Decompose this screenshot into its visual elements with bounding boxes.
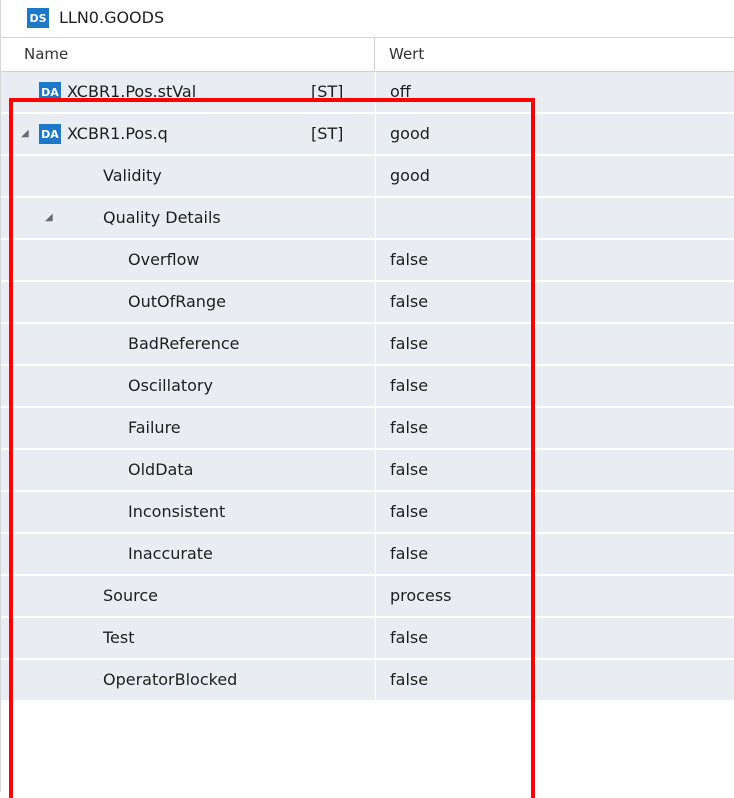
row-value: false — [390, 544, 429, 563]
row-name: OperatorBlocked — [103, 670, 238, 689]
row-name: Inaccurate — [128, 544, 213, 563]
row-value: false — [390, 250, 429, 269]
row-name: OutOfRange — [128, 292, 226, 311]
column-header-name[interactable]: Name — [1, 38, 375, 71]
column-divider — [375, 534, 376, 574]
row-value: false — [390, 502, 429, 521]
column-divider — [375, 492, 376, 532]
row-name: XCBR1.Pos.stVal — [67, 82, 197, 101]
row-name: Quality Details — [103, 208, 221, 227]
tree-row[interactable]: OperatorBlocked false — [1, 660, 734, 702]
tree-row[interactable]: Validity good — [1, 156, 734, 198]
tree-row[interactable]: Inaccurate false — [1, 534, 734, 576]
row-name: OldData — [128, 460, 194, 479]
tree-row[interactable]: Overflow false — [1, 240, 734, 282]
column-divider — [375, 618, 376, 658]
tree-row[interactable]: Source process — [1, 576, 734, 618]
row-value: false — [390, 334, 429, 353]
row-value: false — [390, 670, 429, 689]
tree-row[interactable]: ◢ Quality Details — [1, 198, 734, 240]
row-name: Failure — [128, 418, 181, 437]
row-value: false — [390, 292, 429, 311]
row-value: off — [390, 82, 411, 101]
tree-row[interactable]: Inconsistent false — [1, 492, 734, 534]
row-name: BadReference — [128, 334, 240, 353]
row-type: [ST] — [311, 82, 344, 101]
row-name: Inconsistent — [128, 502, 226, 521]
tree-grid: DA XCBR1.Pos.stVal [ST] off ◢ DA XCBR1.P… — [1, 72, 734, 702]
tree-row[interactable]: OutOfRange false — [1, 282, 734, 324]
dataset-view: DS LLN0.GOODS Name Wert DA XCBR1.Pos.stV… — [0, 0, 734, 798]
column-divider — [375, 114, 376, 154]
row-value: false — [390, 376, 429, 395]
data-attribute-icon: DA — [39, 124, 61, 144]
column-divider — [375, 156, 376, 196]
tree-row[interactable]: Failure false — [1, 408, 734, 450]
tree-row[interactable]: DA XCBR1.Pos.stVal [ST] off — [1, 72, 734, 114]
row-value: process — [390, 586, 452, 605]
column-divider — [375, 450, 376, 490]
tree-row[interactable]: Test false — [1, 618, 734, 660]
collapse-arrow-icon[interactable]: ◢ — [45, 198, 53, 238]
column-divider — [375, 366, 376, 406]
tree-row[interactable]: ◢ DA XCBR1.Pos.q [ST] good — [1, 114, 734, 156]
row-name: Overflow — [128, 250, 200, 269]
row-value: good — [390, 124, 430, 143]
row-name: Validity — [103, 166, 162, 185]
row-name: Source — [103, 586, 158, 605]
row-value: false — [390, 460, 429, 479]
column-divider — [375, 240, 376, 280]
column-divider — [375, 282, 376, 322]
column-header-wert[interactable]: Wert — [375, 38, 424, 71]
row-value: false — [390, 628, 429, 647]
row-value: good — [390, 166, 430, 185]
column-header: Name Wert — [1, 38, 734, 72]
row-type: [ST] — [311, 124, 344, 143]
tree-row[interactable]: BadReference false — [1, 324, 734, 366]
column-divider — [375, 576, 376, 616]
column-divider — [375, 198, 376, 238]
column-divider — [375, 408, 376, 448]
data-attribute-icon: DA — [39, 82, 61, 102]
row-name: XCBR1.Pos.q — [67, 124, 168, 143]
dataset-titlebar: DS LLN0.GOODS — [1, 0, 734, 38]
column-divider — [375, 72, 376, 112]
row-name: Test — [103, 628, 135, 647]
row-value: false — [390, 418, 429, 437]
tree-row[interactable]: OldData false — [1, 450, 734, 492]
column-divider — [375, 324, 376, 364]
dataset-title: LLN0.GOODS — [59, 8, 165, 27]
dataset-icon: DS — [27, 8, 49, 28]
column-divider — [375, 660, 376, 700]
tree-row[interactable]: Oscillatory false — [1, 366, 734, 408]
row-name: Oscillatory — [128, 376, 213, 395]
collapse-arrow-icon[interactable]: ◢ — [21, 114, 29, 154]
